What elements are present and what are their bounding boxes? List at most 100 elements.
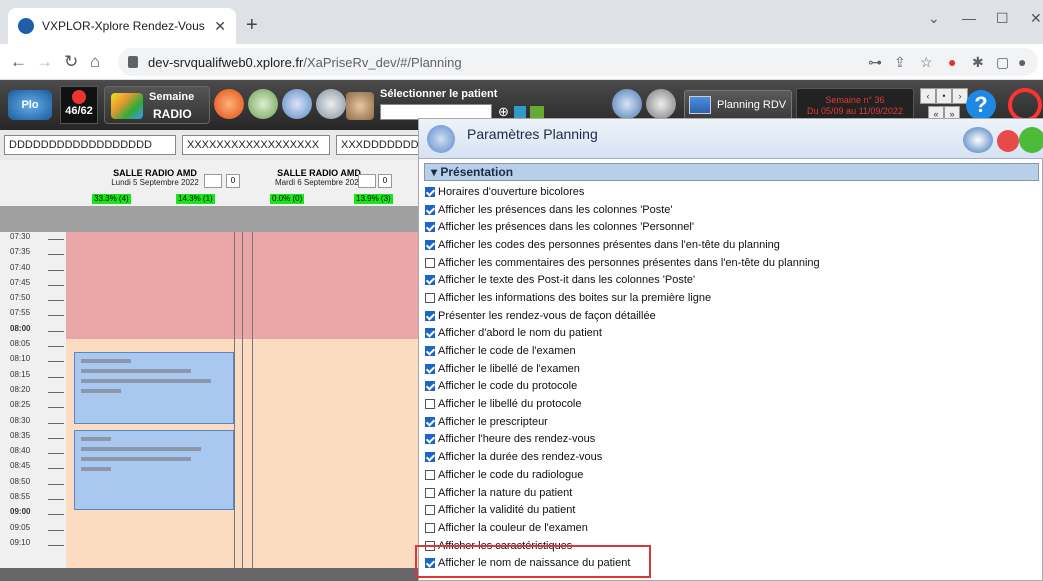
key-icon[interactable]: ⊶	[868, 54, 882, 71]
modality-selector[interactable]: Semaine RADIO	[104, 86, 210, 124]
checkbox[interactable]	[425, 399, 435, 410]
cancel-icon[interactable]	[997, 130, 1019, 152]
browser-tab[interactable]: VXPLOR-Xplore Rendez-Vous ✕	[8, 8, 236, 44]
option-row[interactable]: Afficher la durée des rendez-vous	[425, 448, 1035, 466]
new-tab-icon[interactable]: +	[246, 14, 258, 37]
card-icon[interactable]	[530, 106, 544, 118]
checkbox[interactable]	[425, 275, 435, 286]
settings-icon[interactable]	[316, 89, 346, 119]
options-list: Horaires d'ouverture bicolores Afficher l…	[425, 183, 1035, 572]
option-row[interactable]: Afficher le code de l'examen	[425, 342, 1035, 360]
tab-title: VXPLOR-Xplore Rendez-Vous	[42, 19, 205, 33]
option-row[interactable]: Afficher la nature du patient	[425, 484, 1035, 502]
checkbox[interactable]	[425, 204, 435, 215]
checkbox[interactable]	[425, 346, 435, 357]
app-logo[interactable]: Plo	[8, 90, 52, 120]
occupancy-badge: 33.3% (4)	[92, 194, 131, 204]
option-row[interactable]: Afficher les informations des boites sur…	[425, 289, 1035, 307]
print-icon[interactable]	[248, 89, 278, 119]
checkbox[interactable]	[425, 310, 435, 321]
eraser-icon[interactable]	[963, 127, 993, 153]
help-icon[interactable]: ?	[966, 90, 996, 120]
profile-avatar[interactable]: ●	[1018, 54, 1026, 70]
close-window-icon[interactable]: ✕	[1030, 10, 1042, 27]
appointment-block[interactable]	[74, 352, 234, 424]
resource-chip[interactable]: DDDDDDDDDDDDDDDDDD	[4, 135, 176, 155]
checkbox[interactable]	[425, 434, 435, 445]
reports-icon[interactable]	[646, 89, 676, 119]
prev-week-icon[interactable]: ‹	[920, 88, 936, 104]
tab-search-icon[interactable]: ⌄	[928, 10, 940, 27]
home-icon[interactable]: ⌂	[90, 52, 100, 72]
checkbox[interactable]	[425, 328, 435, 339]
checkbox[interactable]	[425, 487, 435, 498]
checkbox[interactable]	[425, 292, 435, 303]
patient-avatar-icon	[346, 92, 374, 120]
calendar-icon	[689, 96, 711, 114]
browser-toolbar: ← → ↻ ⌂ dev-srvqualifweb0.xplore.fr/XaPr…	[0, 44, 1043, 80]
option-row[interactable]: Afficher le prescripteur	[425, 413, 1035, 431]
planning-rdv-button[interactable]: Planning RDV	[684, 90, 792, 120]
patient-counter[interactable]: 46/62	[60, 86, 98, 124]
power-icon[interactable]	[1008, 88, 1042, 122]
option-row[interactable]: Horaires d'ouverture bicolores	[425, 183, 1035, 201]
checkbox[interactable]	[425, 469, 435, 480]
gear-icon[interactable]	[612, 89, 642, 119]
option-row[interactable]: Présenter les rendez-vous de façon détai…	[425, 307, 1035, 325]
option-row[interactable]: Afficher d'abord le nom du patient	[425, 325, 1035, 343]
tools-icon[interactable]	[204, 174, 222, 188]
option-row[interactable]: Afficher le libellé du protocole	[425, 395, 1035, 413]
bookmark-star-icon[interactable]: ☆	[920, 54, 933, 71]
add-patient-icon[interactable]	[514, 106, 526, 118]
checkbox[interactable]	[425, 381, 435, 392]
close-tab-icon[interactable]: ✕	[214, 18, 226, 35]
occupancy-badge: 0.0% (0)	[270, 194, 305, 204]
option-row[interactable]: Afficher le code du radiologue	[425, 466, 1035, 484]
option-row[interactable]: Afficher l'heure des rendez-vous	[425, 431, 1035, 449]
planning-settings-dialog: Paramètres Planning ▾ Présentation Horai…	[418, 118, 1043, 581]
option-row[interactable]: Afficher la validité du patient	[425, 501, 1035, 519]
checkbox[interactable]	[425, 222, 435, 233]
sidepanel-icon[interactable]: ▢	[996, 54, 1009, 71]
extensions-icon[interactable]: ✱	[972, 54, 984, 71]
option-row[interactable]: Afficher le code du protocole	[425, 378, 1035, 396]
maximize-icon[interactable]: ☐	[996, 10, 1009, 27]
checkbox[interactable]	[425, 452, 435, 463]
resource-chip[interactable]: XXXDDDDDDDD	[336, 135, 426, 155]
checkbox[interactable]	[425, 416, 435, 427]
confirm-icon[interactable]	[1019, 127, 1043, 153]
option-row[interactable]: Afficher le texte des Post-it dans les c…	[425, 271, 1035, 289]
export-icon[interactable]	[282, 89, 312, 119]
minimize-icon[interactable]: —	[962, 10, 976, 26]
appointment-block[interactable]	[74, 430, 234, 510]
adblock-icon[interactable]: ●	[948, 54, 956, 70]
star-icon	[72, 90, 86, 104]
option-row[interactable]: Afficher les codes des personnes présent…	[425, 236, 1035, 254]
today-icon[interactable]: •	[936, 88, 952, 104]
checkbox[interactable]	[425, 363, 435, 374]
option-row[interactable]: Afficher les présences dans les colonnes…	[425, 201, 1035, 219]
week-indicator: Semaine n° 36 Du 05/09 au 11/09/2022	[796, 88, 914, 122]
option-row[interactable]: Afficher le libellé de l'examen	[425, 360, 1035, 378]
checkbox[interactable]	[425, 522, 435, 533]
tools-icon[interactable]	[358, 174, 376, 188]
resource-chip[interactable]: XXXXXXXXXXXXXXXXXX	[182, 135, 330, 155]
section-header[interactable]: ▾ Présentation	[424, 163, 1039, 181]
option-row[interactable]: Afficher les commentaires des personnes …	[425, 254, 1035, 272]
time-label: 07:55	[0, 308, 66, 323]
option-row[interactable]: Afficher les présences dans les colonnes…	[425, 218, 1035, 236]
checkbox[interactable]	[425, 257, 435, 268]
checkbox[interactable]	[425, 186, 435, 197]
option-row[interactable]: Afficher la couleur de l'examen	[425, 519, 1035, 537]
reload-icon[interactable]: ↻	[64, 52, 78, 72]
back-icon[interactable]: ←	[10, 52, 27, 72]
dialog-header: Paramètres Planning	[419, 119, 1043, 159]
refresh-icon[interactable]	[214, 89, 244, 119]
checkbox[interactable]	[425, 239, 435, 250]
option-label: Afficher le libellé de l'examen	[438, 362, 580, 375]
horizontal-scrollbar[interactable]	[0, 568, 420, 581]
checkbox[interactable]	[425, 505, 435, 516]
time-label: 07:45	[0, 278, 66, 293]
forward-icon[interactable]: →	[36, 52, 53, 72]
share-icon[interactable]: ⇪	[894, 54, 906, 71]
